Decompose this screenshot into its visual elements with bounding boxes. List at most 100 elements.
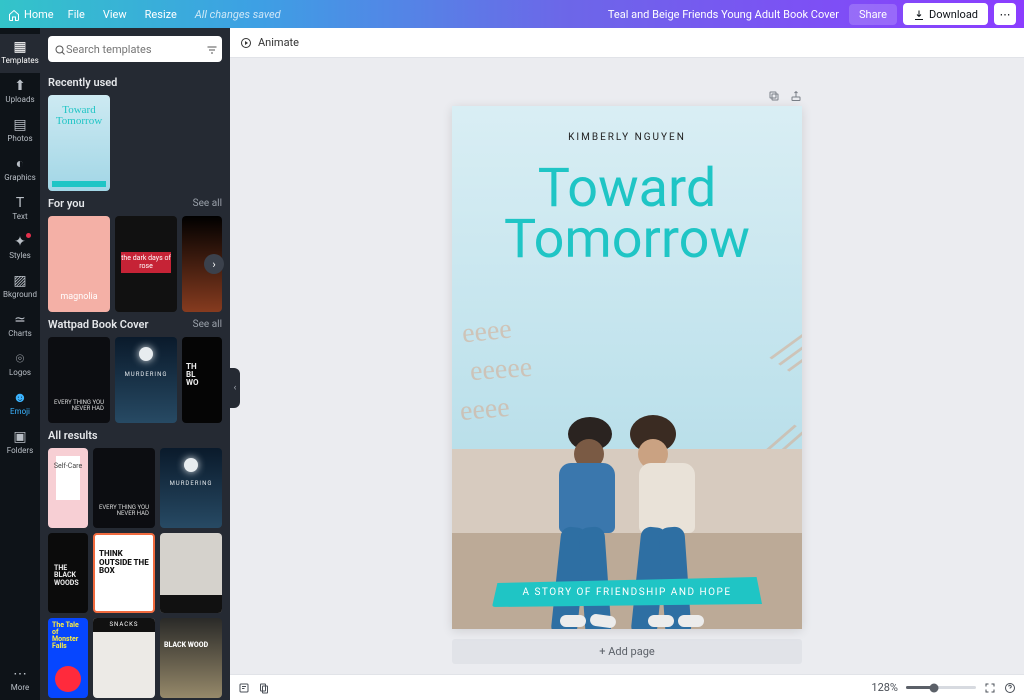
thumb-title: the dark days of rose: [121, 252, 171, 273]
notification-dot: [26, 233, 31, 238]
rail-folders[interactable]: ▣Folders: [0, 424, 40, 463]
template-thumb[interactable]: The Tale of Monster Falls: [48, 618, 88, 698]
section-foryou: For youSee all: [48, 197, 222, 210]
rail-label: More: [11, 683, 29, 692]
decor-shoe: [560, 615, 586, 627]
zoom-slider[interactable]: [906, 686, 976, 689]
templates-icon: ▦: [0, 40, 40, 54]
rail-emoji[interactable]: ☻ Emoji: [0, 385, 40, 424]
home-button[interactable]: Home: [8, 7, 54, 20]
more-button[interactable]: ⋯: [994, 3, 1016, 25]
template-thumb[interactable]: Self-Care: [48, 448, 88, 528]
design-page[interactable]: KIMBERLY NGUYEN Toward Tomorrow eeee eee…: [452, 106, 802, 629]
rail-styles[interactable]: ✦ Styles: [0, 229, 40, 268]
template-thumb[interactable]: EVERY THING YOU NEVER HAD: [93, 448, 155, 528]
thumb-title: TowardTomorrow: [48, 95, 110, 127]
filter-icon[interactable]: [206, 40, 218, 59]
menu-view[interactable]: View: [103, 8, 127, 21]
thumb-title: SNACKS: [93, 618, 155, 632]
logos-icon: ⌾: [0, 352, 40, 366]
folders-icon: ▣: [0, 430, 40, 444]
see-all-link[interactable]: See all: [193, 319, 222, 330]
thumb-title: THBLWO: [186, 363, 199, 387]
template-thumb[interactable]: [160, 533, 222, 613]
template-thumb[interactable]: the dark days of rose: [115, 216, 177, 312]
template-thumb[interactable]: THINK OUTSIDE THE BOX: [93, 533, 155, 613]
export-page-button[interactable]: [790, 88, 802, 102]
thumb-title: EVERY THING YOU NEVER HAD: [93, 505, 149, 518]
rail-label: Emoji: [10, 407, 30, 416]
cover-author[interactable]: KIMBERLY NGUYEN: [452, 132, 802, 143]
add-page-button[interactable]: + Add page: [452, 639, 802, 664]
section-recent: Recently used: [48, 76, 222, 89]
rail-label: Styles: [9, 251, 30, 260]
rail-photos[interactable]: ▤Photos: [0, 112, 40, 151]
thumb-title: Self-Care: [48, 462, 88, 470]
help-button[interactable]: [1004, 681, 1016, 694]
rail-charts[interactable]: ≃Charts: [0, 307, 40, 346]
canvas-area: Animate KIMBERLY NGUYEN Toward Tomorrow …: [230, 28, 1024, 700]
document-name[interactable]: Teal and Beige Friends Young Adult Book …: [608, 8, 839, 21]
rail-label: Charts: [8, 329, 32, 338]
rail-label: Logos: [9, 368, 31, 377]
rail-label: Uploads: [5, 95, 34, 104]
thumb-title: MURDERING: [160, 480, 222, 487]
cover-title[interactable]: Toward Tomorrow: [452, 163, 802, 266]
duplicate-page-button[interactable]: [768, 88, 780, 102]
search-icon: [54, 40, 66, 59]
search-bar: [48, 36, 222, 62]
decor-scribble: eeee: [460, 313, 513, 350]
moon-icon: [184, 458, 198, 472]
animate-label: Animate: [258, 36, 299, 49]
styles-icon: ✦: [0, 235, 40, 249]
notes-button[interactable]: [238, 681, 250, 694]
rail-text[interactable]: TText: [0, 190, 40, 229]
bottom-bar: 128%: [230, 674, 1024, 700]
rail-label: Photos: [7, 134, 32, 143]
thumb-title: magnolia: [48, 292, 110, 302]
template-thumb[interactable]: MURDERING: [115, 337, 177, 423]
template-thumb[interactable]: MURDERING: [160, 448, 222, 528]
rail-uploads[interactable]: ⬆ Uploads: [0, 73, 40, 112]
emoji-icon: ☻: [0, 391, 40, 405]
animate-button[interactable]: Animate: [240, 36, 299, 49]
menu-file[interactable]: File: [68, 8, 85, 21]
template-thumb[interactable]: SNACKS: [93, 618, 155, 698]
uploads-icon: ⬆: [0, 79, 40, 93]
template-thumb[interactable]: THE BLACK WOODS: [48, 533, 88, 613]
collapse-panel-button[interactable]: ‹: [230, 368, 240, 408]
templates-panel: Recently used TowardTomorrow For youSee …: [40, 28, 230, 700]
pages-button[interactable]: [258, 681, 270, 694]
menu-resize[interactable]: Resize: [145, 8, 177, 21]
thumb-title: BLACK WOOD: [164, 642, 208, 649]
rail-graphics[interactable]: ◐Graphics: [0, 151, 40, 190]
thumb-title: MURDERING: [115, 371, 177, 378]
rail-background[interactable]: ▨Bkground: [0, 268, 40, 307]
moon-icon: [139, 347, 153, 361]
decor-shoe: [678, 615, 704, 627]
template-thumb[interactable]: EVERY THING YOU NEVER HAD: [48, 337, 110, 423]
scroll-right-button[interactable]: ›: [204, 254, 224, 274]
fullscreen-button[interactable]: [984, 681, 996, 694]
rail-templates[interactable]: ▦ Templates: [0, 34, 40, 73]
chevron-left-icon: ‹: [234, 383, 237, 393]
download-button[interactable]: Download: [903, 3, 988, 24]
rail-label: Bkground: [3, 290, 37, 299]
rail-label: Templates: [1, 56, 38, 65]
template-thumb[interactable]: TowardTomorrow: [48, 95, 110, 191]
template-thumb[interactable]: magnolia: [48, 216, 110, 312]
thumb-title: The Tale of Monster Falls: [52, 622, 84, 650]
thumb-title: EVERY THING YOU NEVER HAD: [48, 400, 104, 413]
zoom-value: 128%: [871, 681, 898, 694]
section-wattpad: Wattpad Book CoverSee all: [48, 318, 222, 331]
rail-more[interactable]: ⋯More: [0, 661, 40, 700]
rail-logos[interactable]: ⌾ Logos: [0, 346, 40, 385]
rail-label: Graphics: [4, 173, 36, 182]
more-icon: ⋯: [1000, 8, 1011, 21]
chevron-right-icon: ›: [212, 258, 215, 271]
see-all-link[interactable]: See all: [193, 198, 222, 209]
template-thumb[interactable]: THBLWO: [182, 337, 222, 423]
template-thumb[interactable]: BLACK WOOD: [160, 618, 222, 698]
search-input[interactable]: [66, 43, 206, 56]
share-button[interactable]: Share: [849, 4, 897, 25]
